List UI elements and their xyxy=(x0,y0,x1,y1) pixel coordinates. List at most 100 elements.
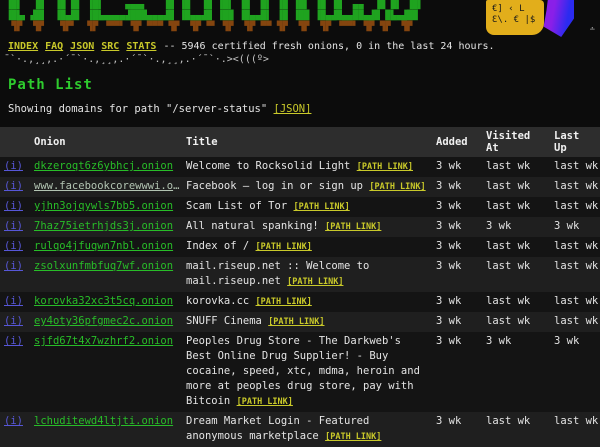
onion-count-status: -- 5946 certified fresh onions, 0 in the… xyxy=(163,41,494,52)
row-title: All natural spanking! xyxy=(186,220,319,232)
onion-link[interactable]: korovka32xc3t5cq.onion xyxy=(34,294,180,309)
onion-link[interactable]: rulqo4jfuqwn7nbl.onion xyxy=(34,239,180,254)
added-cell: 3 wk xyxy=(432,257,482,292)
path-link[interactable]: [PATH LINK] xyxy=(325,222,381,232)
path-list-table: Onion Title Added Visited At Last Up (i)… xyxy=(0,127,600,447)
row-title: korovka.cc xyxy=(186,295,249,307)
last-up-cell: last wk xyxy=(550,257,600,292)
info-link[interactable]: (i) xyxy=(4,415,23,427)
info-link[interactable]: (i) xyxy=(4,335,23,347)
onion-link[interactable]: zsolxunfmbfuq7wf.onion xyxy=(34,259,180,274)
info-link[interactable]: (i) xyxy=(4,240,23,252)
info-link[interactable]: (i) xyxy=(4,260,23,272)
path-link[interactable]: [PATH LINK] xyxy=(287,277,343,287)
last-up-cell: last wk xyxy=(550,177,600,197)
header-onion: Onion xyxy=(30,127,182,157)
header-added: Added xyxy=(432,127,482,157)
nav-link-stats[interactable]: STATS xyxy=(126,41,156,52)
path-link[interactable]: [PATH LINK] xyxy=(256,242,312,252)
added-cell: 3 wk xyxy=(432,177,482,197)
onion-link[interactable]: www.facebookcorewwwi.oni… xyxy=(34,179,180,194)
table-header-row: Onion Title Added Visited At Last Up xyxy=(0,127,600,157)
table-row: (i) lchuditewd4ltjti.onion Dream Market … xyxy=(0,412,600,447)
visited-cell: last wk xyxy=(482,312,550,332)
last-up-cell: 3 wk xyxy=(550,332,600,412)
last-up-cell: last wk xyxy=(550,157,600,177)
last-up-cell: last wk xyxy=(550,312,600,332)
table-row: (i) ey4oty36pfgmec2c.onion SNUFF Cinema … xyxy=(0,312,600,332)
header-title: Title xyxy=(182,127,432,157)
table-row: (i) rulqo4jfuqwn7nbl.onion Index of / [P… xyxy=(0,237,600,257)
path-link[interactable]: [PATH LINK] xyxy=(325,432,381,442)
table-row: (i) www.facebookcorewwwi.oni… Facebook –… xyxy=(0,177,600,197)
visited-cell: last wk xyxy=(482,292,550,312)
visited-cell: last wk xyxy=(482,257,550,292)
fish-ascii-art: ¯`·.,¸¸,.·´¯`·.,¸¸,.·´¯`·.,¸¸,.·´¯`·.><(… xyxy=(0,53,600,65)
header-info xyxy=(0,127,30,157)
header-last-up: Last Up xyxy=(550,127,600,157)
added-cell: 3 wk xyxy=(432,197,482,217)
mascot-text-line1: €] ‹ L xyxy=(492,4,525,14)
nav-link-src[interactable]: SRC xyxy=(101,41,119,52)
ascii-banner: ▐█▌ ▐█ ▐█ █▌ ▐█▌ ▄▄▄▖ ▐█ ▐█ ▐█ ▐█▌ ▐█ █▌… xyxy=(0,0,600,38)
onion-link[interactable]: 7haz75ietrhjds3j.onion xyxy=(34,219,180,234)
row-title: Welcome to Rocksolid Light xyxy=(186,160,350,172)
visited-cell: last wk xyxy=(482,177,550,197)
row-title: Facebook – log in or sign up xyxy=(186,180,363,192)
last-up-cell: last wk xyxy=(550,292,600,312)
last-up-cell: last wk xyxy=(550,412,600,447)
visited-cell: last wk xyxy=(482,237,550,257)
mascot-body-shape: €] ‹ L Ɛ\. € |$ xyxy=(486,0,544,35)
page-title: Path List xyxy=(8,77,600,93)
added-cell: 3 wk xyxy=(432,217,482,237)
path-link[interactable]: [PATH LINK] xyxy=(293,202,349,212)
added-cell: 3 wk xyxy=(432,157,482,177)
info-link[interactable]: (i) xyxy=(4,220,23,232)
onion-link[interactable]: ey4oty36pfgmec2c.onion xyxy=(34,314,180,329)
row-title: Scam List of Tor xyxy=(186,200,287,212)
table-row: (i) sjfd67t4x7wzhrf2.onion Peoples Drug … xyxy=(0,332,600,412)
added-cell: 3 wk xyxy=(432,292,482,312)
path-link[interactable]: [PATH LINK] xyxy=(369,182,425,192)
row-title: SNUFF Cinema xyxy=(186,315,262,327)
mascot-shadow-shape xyxy=(542,0,574,37)
added-cell: 3 wk xyxy=(432,412,482,447)
info-link[interactable]: (i) xyxy=(4,180,23,192)
subtitle-text: Showing domains for path "/server-status… xyxy=(8,103,267,115)
path-link[interactable]: [PATH LINK] xyxy=(256,297,312,307)
path-link[interactable]: [PATH LINK] xyxy=(237,397,293,407)
nav-link-faq[interactable]: FAQ xyxy=(45,41,63,52)
table-row: (i) yjhn3ojqywls7bb5.onion Scam List of … xyxy=(0,197,600,217)
visited-cell: last wk xyxy=(482,197,550,217)
onion-link[interactable]: dkzeroqt6z6ybhcj.onion xyxy=(34,159,180,174)
subtitle: Showing domains for path "/server-status… xyxy=(8,103,600,115)
onion-link[interactable]: yjhn3ojqywls7bb5.onion xyxy=(34,199,180,214)
onion-mascot-art: €] ‹ L Ɛ\. € |$ xyxy=(486,0,574,37)
row-title: Peoples Drug Store - The Darkweb's Best … xyxy=(186,335,420,407)
added-cell: 3 wk xyxy=(432,332,482,412)
added-cell: 3 wk xyxy=(432,237,482,257)
header-visited-at: Visited At xyxy=(482,127,550,157)
visited-cell: last wk xyxy=(482,412,550,447)
onion-link[interactable]: sjfd67t4x7wzhrf2.onion xyxy=(34,334,180,349)
onion-link[interactable]: lchuditewd4ltjti.onion xyxy=(34,414,180,429)
last-up-cell: last wk xyxy=(550,237,600,257)
info-link[interactable]: (i) xyxy=(4,200,23,212)
info-link[interactable]: (i) xyxy=(4,160,23,172)
mascot-text-line2: Ɛ\. € |$ xyxy=(492,15,535,25)
info-link[interactable]: (i) xyxy=(4,315,23,327)
json-export-link[interactable]: [JSON] xyxy=(274,103,312,115)
path-link[interactable]: [PATH LINK] xyxy=(357,162,413,172)
table-row: (i) korovka32xc3t5cq.onion korovka.cc [P… xyxy=(0,292,600,312)
main-nav: INDEX FAQ JSON SRC STATS -- 5946 certified fr… xyxy=(0,38,600,53)
nav-link-index[interactable]: INDEX xyxy=(8,41,38,52)
added-cell: 3 wk xyxy=(432,312,482,332)
corner-glyph: ∸ xyxy=(590,25,595,35)
nav-link-json[interactable]: JSON xyxy=(70,41,94,52)
path-link[interactable]: [PATH LINK] xyxy=(268,317,324,327)
info-link[interactable]: (i) xyxy=(4,295,23,307)
visited-cell: 3 wk xyxy=(482,217,550,237)
last-up-cell: 3 wk xyxy=(550,217,600,237)
row-title: Index of / xyxy=(186,240,249,252)
table-row: (i) dkzeroqt6z6ybhcj.onion Welcome to Ro… xyxy=(0,157,600,177)
